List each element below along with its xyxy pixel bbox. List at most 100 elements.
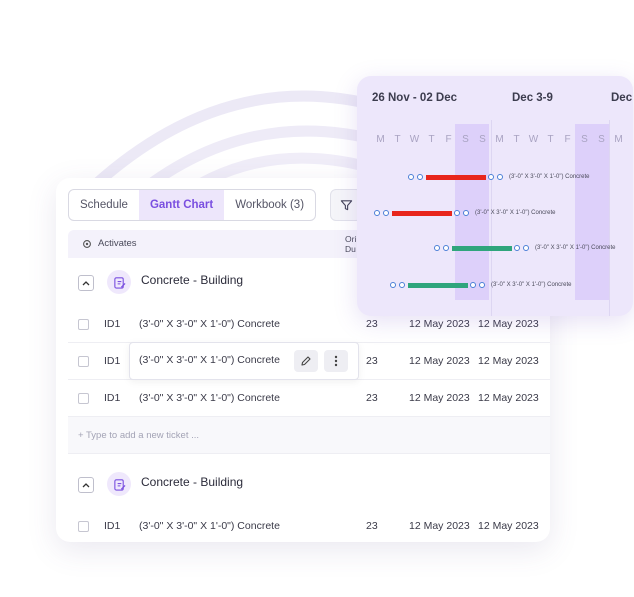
add-ticket-input[interactable]: + Type to add a new ticket ...: [68, 417, 550, 454]
activities-header-label: Activates: [98, 238, 137, 249]
day-label: W: [528, 134, 539, 145]
row-id: ID1: [104, 355, 121, 367]
dependency-dot: [497, 174, 503, 180]
day-label: M: [376, 134, 385, 145]
group-icon: [107, 472, 131, 496]
clipboard-edit-icon: [113, 276, 125, 289]
dependency-dot: [374, 210, 380, 216]
gantt-bar[interactable]: [426, 174, 486, 180]
gantt-bar-label: (3'-0" X 3'-0" X 1'-0") Concrete: [475, 210, 556, 216]
dependency-dot: [463, 210, 469, 216]
row-name: (3'-0" X 3'-0" X 1'-0") Concrete: [139, 318, 280, 330]
tab-gantt-chart[interactable]: Gantt Chart: [138, 190, 225, 220]
row-start-date: 12 May 2023: [409, 392, 470, 404]
gear-icon: [83, 240, 91, 248]
row-quantity: 23: [366, 318, 378, 330]
day-label: T: [394, 134, 401, 145]
dependency-dot: [390, 282, 396, 288]
tab-schedule[interactable]: Schedule: [69, 190, 139, 220]
row-name: (3'-0" X 3'-0" X 1'-0") Concrete: [139, 354, 280, 366]
row-id: ID1: [104, 520, 121, 532]
day-label: F: [564, 134, 571, 145]
day-label: W: [409, 134, 420, 145]
dependency-dot: [454, 210, 460, 216]
gantt-bar-label: (3'-0" X 3'-0" X 1'-0") Concrete: [509, 174, 590, 180]
add-ticket-placeholder: + Type to add a new ticket ...: [78, 430, 200, 441]
gantt-panel: 26 Nov - 02 Dec Dec 3-9 Dec MTWTFSSMTWTF…: [357, 76, 633, 316]
activities-header: Activates: [82, 230, 137, 258]
dependency-dot: [523, 245, 529, 251]
chevron-up-icon: [82, 281, 90, 286]
row-quantity: 23: [366, 355, 378, 367]
orig-duration-header: Ori Du: [345, 234, 356, 254]
row-checkbox[interactable]: [78, 356, 89, 367]
dependency-dot: [514, 245, 520, 251]
day-label: F: [445, 134, 452, 145]
dependency-dot: [488, 174, 494, 180]
gantt-bar[interactable]: [392, 210, 452, 216]
day-label: S: [479, 134, 486, 145]
day-label: M: [495, 134, 504, 145]
gantt-bar-label: (3'-0" X 3'-0" X 1'-0") Concrete: [535, 245, 616, 251]
group-row: Concrete - Building: [68, 462, 550, 506]
more-vertical-icon: [334, 355, 338, 367]
gantt-bar-label: (3'-0" X 3'-0" X 1'-0") Concrete: [491, 282, 572, 288]
table-row[interactable]: ID1 (3'-0" X 3'-0" X 1'-0") Concrete 23 …: [68, 380, 550, 417]
row-start-date: 12 May 2023: [409, 318, 470, 330]
table-row[interactable]: ID1 (3'-0" X 3'-0" X 1'-0") Concrete 23 …: [68, 508, 550, 542]
collapse-button[interactable]: [78, 275, 94, 291]
day-label: S: [581, 134, 588, 145]
day-label: M: [614, 134, 623, 145]
row-start-date: 12 May 2023: [409, 520, 470, 532]
orig-header-line1: Ori: [345, 234, 357, 244]
orig-header-line2: Du: [345, 244, 356, 254]
weekend-shade: [575, 124, 609, 300]
group-title: Concrete - Building: [141, 475, 244, 489]
gantt-bar-row[interactable]: (3'-0" X 3'-0" X 1'-0") Concrete: [374, 207, 556, 219]
row-id: ID1: [104, 318, 121, 330]
dependency-dot: [383, 210, 389, 216]
collapse-button[interactable]: [78, 477, 94, 493]
week-label: Dec 3-9: [512, 92, 553, 104]
gantt-bar[interactable]: [452, 245, 512, 251]
row-start-date: 12 May 2023: [409, 355, 470, 367]
edit-button[interactable]: [294, 350, 318, 372]
row-end-date: 12 May 2023: [478, 520, 539, 532]
row-checkbox[interactable]: [78, 319, 89, 330]
week-divider: [609, 120, 610, 316]
dependency-dot: [434, 245, 440, 251]
row-id: ID1: [104, 392, 121, 404]
dependency-dot: [399, 282, 405, 288]
row-name: (3'-0" X 3'-0" X 1'-0") Concrete: [139, 392, 280, 404]
row-name-editor[interactable]: (3'-0" X 3'-0" X 1'-0") Concrete: [129, 342, 359, 380]
row-end-date: 12 May 2023: [478, 392, 539, 404]
week-label: 26 Nov - 02 Dec: [372, 92, 458, 104]
row-checkbox[interactable]: [78, 521, 89, 532]
gantt-bar-row[interactable]: (3'-0" X 3'-0" X 1'-0") Concrete: [434, 242, 616, 254]
gantt-bar[interactable]: [408, 282, 468, 288]
dependency-dot: [417, 174, 423, 180]
week-label: Dec: [611, 92, 633, 104]
row-end-date: 12 May 2023: [478, 355, 539, 367]
dependency-dot: [479, 282, 485, 288]
dependency-dot: [470, 282, 476, 288]
row-checkbox[interactable]: [78, 393, 89, 404]
more-button[interactable]: [324, 350, 348, 372]
day-label: T: [428, 134, 435, 145]
group-title: Concrete - Building: [141, 273, 244, 287]
row-quantity: 23: [366, 392, 378, 404]
day-label: S: [598, 134, 605, 145]
group-icon: [107, 270, 131, 294]
tab-workbook[interactable]: Workbook (3): [224, 190, 315, 220]
clipboard-edit-icon: [113, 478, 125, 491]
row-end-date: 12 May 2023: [478, 318, 539, 330]
row-quantity: 23: [366, 520, 378, 532]
filter-icon: [340, 199, 352, 210]
gantt-bar-row[interactable]: (3'-0" X 3'-0" X 1'-0") Concrete: [408, 171, 590, 183]
dependency-dot: [443, 245, 449, 251]
day-label: S: [462, 134, 469, 145]
day-label: T: [513, 134, 520, 145]
gantt-bar-row[interactable]: (3'-0" X 3'-0" X 1'-0") Concrete: [390, 279, 572, 291]
day-label: T: [547, 134, 554, 145]
row-name: (3'-0" X 3'-0" X 1'-0") Concrete: [139, 520, 280, 532]
